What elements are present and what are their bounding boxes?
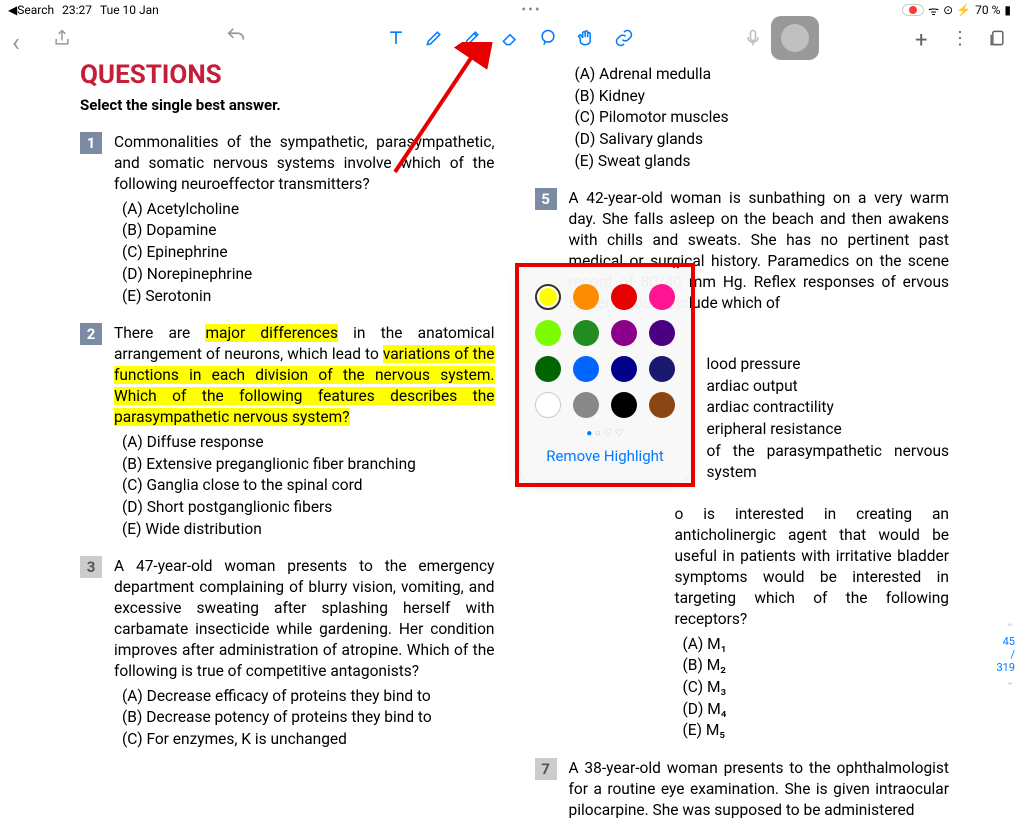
pages-button[interactable] [987, 28, 1007, 48]
hand-tool-icon[interactable] [576, 28, 596, 48]
option[interactable]: (D) M₄ [675, 699, 950, 721]
status-time: 23:27 [62, 3, 92, 17]
option[interactable]: (E) Serotonin [114, 286, 495, 308]
page-divider: / [996, 648, 1015, 661]
question-number: 7 [535, 758, 557, 780]
toolbar: ‹ + ⋮ [0, 20, 1019, 56]
add-button[interactable]: + [915, 28, 935, 48]
option[interactable]: (E) Wide distribution [114, 519, 495, 541]
question-number: 3 [80, 556, 102, 578]
status-date: Tue 10 Jan [100, 3, 159, 17]
question-2[interactable]: 2 There are major differences in the ana… [80, 323, 495, 540]
link-tool-icon[interactable] [614, 28, 634, 48]
question-6[interactable]: o is interested in creating an anticholi… [567, 504, 950, 742]
pencil-tool-icon[interactable] [424, 28, 444, 48]
undo-button[interactable] [225, 32, 247, 51]
highlighter-tool-icon[interactable] [462, 28, 482, 48]
color-swatch[interactable] [611, 320, 637, 346]
battery-shape: ▮ [1004, 3, 1011, 17]
wifi-icon: ᯤ [928, 2, 939, 19]
question-text-part: There are [114, 324, 205, 342]
question-number: 5 [535, 188, 557, 210]
question-text: Commonalities of the sympathetic, parasy… [114, 133, 495, 193]
option[interactable]: (B) Dopamine [114, 220, 495, 242]
option[interactable]: (B) Extensive preganglionic fiber branch… [114, 454, 495, 476]
recording-indicator[interactable] [902, 4, 924, 16]
color-swatch[interactable] [535, 284, 561, 310]
battery-icon: ⊙ ⚡ [943, 3, 971, 17]
option[interactable]: (D) Salivary glands [567, 129, 729, 151]
color-swatch[interactable] [573, 356, 599, 382]
option[interactable]: (D) Short postganglionic fibers [114, 497, 495, 519]
color-swatch[interactable] [573, 392, 599, 418]
color-swatch[interactable] [535, 320, 561, 346]
option[interactable]: (E) M₅ [675, 720, 950, 742]
question-number: 1 [80, 132, 102, 154]
option[interactable]: (A) Decrease efficacy of proteins they b… [114, 686, 495, 708]
option[interactable]: (D) Norepinephrine [114, 264, 495, 286]
option[interactable]: (C) Epinephrine [114, 242, 495, 264]
question-text: A 47-year-old woman presents to the emer… [114, 557, 495, 680]
highlight-color-popover: ● ○ ♡ ♡ Remove Highlight [520, 268, 690, 482]
option[interactable]: (B) Decrease potency of proteins they bi… [114, 707, 495, 729]
color-swatch[interactable] [573, 320, 599, 346]
color-swatch[interactable] [573, 284, 599, 310]
option[interactable]: (A) Acetylcholine [114, 199, 495, 221]
option[interactable]: (C) M₃ [675, 677, 950, 699]
page-indicator[interactable]: ⌃ 45 / 319 ⌄ [996, 621, 1015, 688]
left-column: QUESTIONS Select the single best answer.… [80, 60, 495, 837]
color-swatch[interactable] [649, 356, 675, 382]
total-pages: 319 [996, 661, 1015, 674]
option[interactable]: (A) M₁ [675, 634, 950, 656]
eraser-tool-icon[interactable] [500, 28, 520, 48]
color-swatch[interactable] [649, 284, 675, 310]
back-to-app[interactable]: ◀Search [8, 3, 54, 17]
option[interactable]: (C) Ganglia close to the spinal cord [114, 475, 495, 497]
question-text: A 38-year-old woman presents to the opht… [569, 759, 950, 819]
mic-icon[interactable] [743, 28, 763, 48]
option[interactable]: (A) Adrenal medulla [567, 64, 729, 86]
text-tool-icon[interactable] [386, 28, 406, 48]
back-button[interactable]: ‹ [12, 28, 32, 48]
page-subheading: Select the single best answer. [80, 96, 495, 114]
color-swatch[interactable] [611, 284, 637, 310]
color-swatch[interactable] [535, 356, 561, 382]
question-3[interactable]: 3 A 47-year-old woman presents to the em… [80, 556, 495, 751]
color-swatch[interactable] [649, 392, 675, 418]
current-page: 45 [996, 635, 1015, 648]
question-7[interactable]: 7 A 38-year-old woman presents to the op… [535, 758, 950, 821]
color-grid [534, 284, 676, 418]
option[interactable]: (E) Sweat glands [567, 151, 729, 173]
color-swatch[interactable] [611, 392, 637, 418]
more-button[interactable]: ⋮ [951, 28, 971, 48]
page-heading: QUESTIONS [80, 60, 495, 90]
popover-pager[interactable]: ● ○ ♡ ♡ [534, 428, 676, 439]
status-bar: ◀Search 23:27 Tue 10 Jan ••• ᯤ ⊙ ⚡ 70 % … [0, 0, 1019, 20]
option[interactable]: (A) Diffuse response [114, 432, 495, 454]
question-1[interactable]: 1 Commonalities of the sympathetic, para… [80, 132, 495, 307]
color-swatch[interactable] [535, 392, 561, 418]
options: (A) Acetylcholine (B) Dopamine (C) Epine… [114, 199, 495, 307]
option[interactable]: (B) M₂ [675, 655, 950, 677]
battery-pct: 70 % [975, 3, 1000, 17]
chevron-down-icon[interactable]: ⌄ [996, 674, 1015, 688]
option[interactable]: (B) Kidney [567, 86, 729, 108]
option[interactable]: (C) Pilomotor muscles [567, 107, 729, 129]
remove-highlight-button[interactable]: Remove Highlight [534, 447, 676, 465]
lasso-tool-icon[interactable] [538, 28, 558, 48]
color-swatch[interactable] [649, 320, 675, 346]
document-content: QUESTIONS Select the single best answer.… [0, 56, 1019, 837]
assistive-touch[interactable] [771, 16, 819, 60]
chevron-up-icon[interactable]: ⌃ [996, 621, 1015, 635]
question-text: o is interested in creating an anticholi… [567, 505, 950, 628]
question-continued[interactable]: (A) Adrenal medulla (B) Kidney (C) Pilom… [567, 60, 950, 172]
share-button[interactable] [52, 28, 72, 48]
highlighted-text[interactable]: major differences [205, 324, 338, 342]
handle-dots[interactable]: ••• [521, 2, 541, 18]
color-swatch[interactable] [611, 356, 637, 382]
option[interactable]: (C) For enzymes, K is unchanged [114, 729, 495, 751]
question-number: 2 [80, 323, 102, 345]
